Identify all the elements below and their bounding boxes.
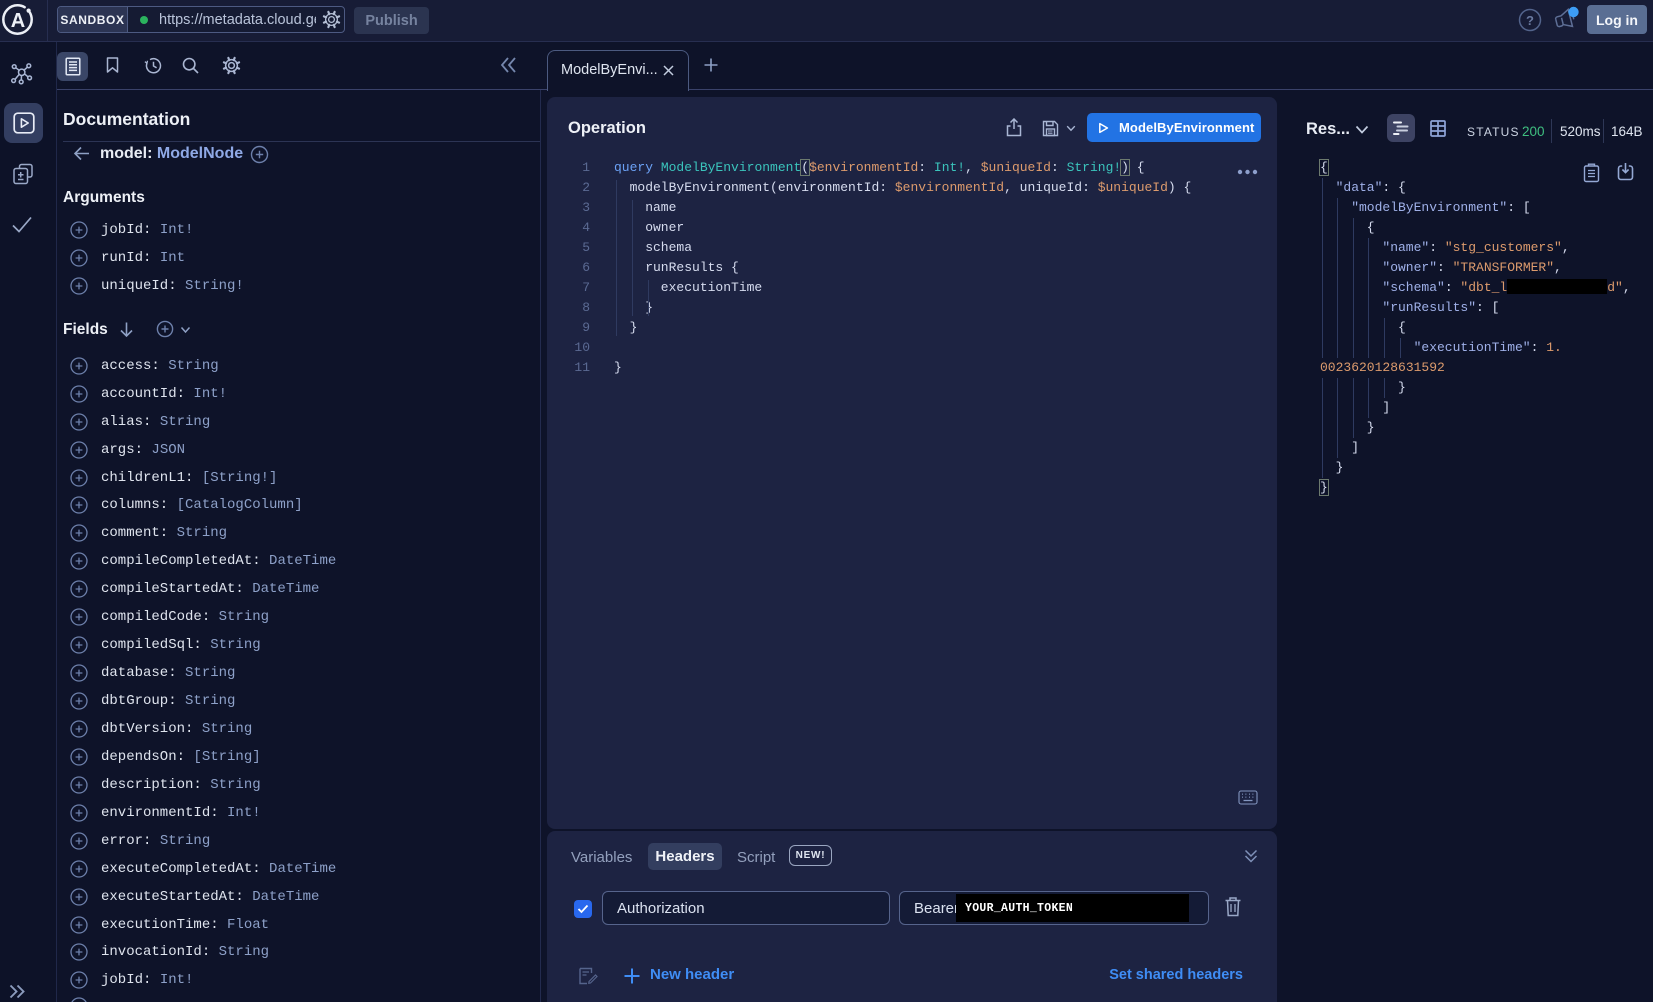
svg-text:?: ? xyxy=(1526,13,1534,28)
svg-text:A: A xyxy=(11,10,25,32)
